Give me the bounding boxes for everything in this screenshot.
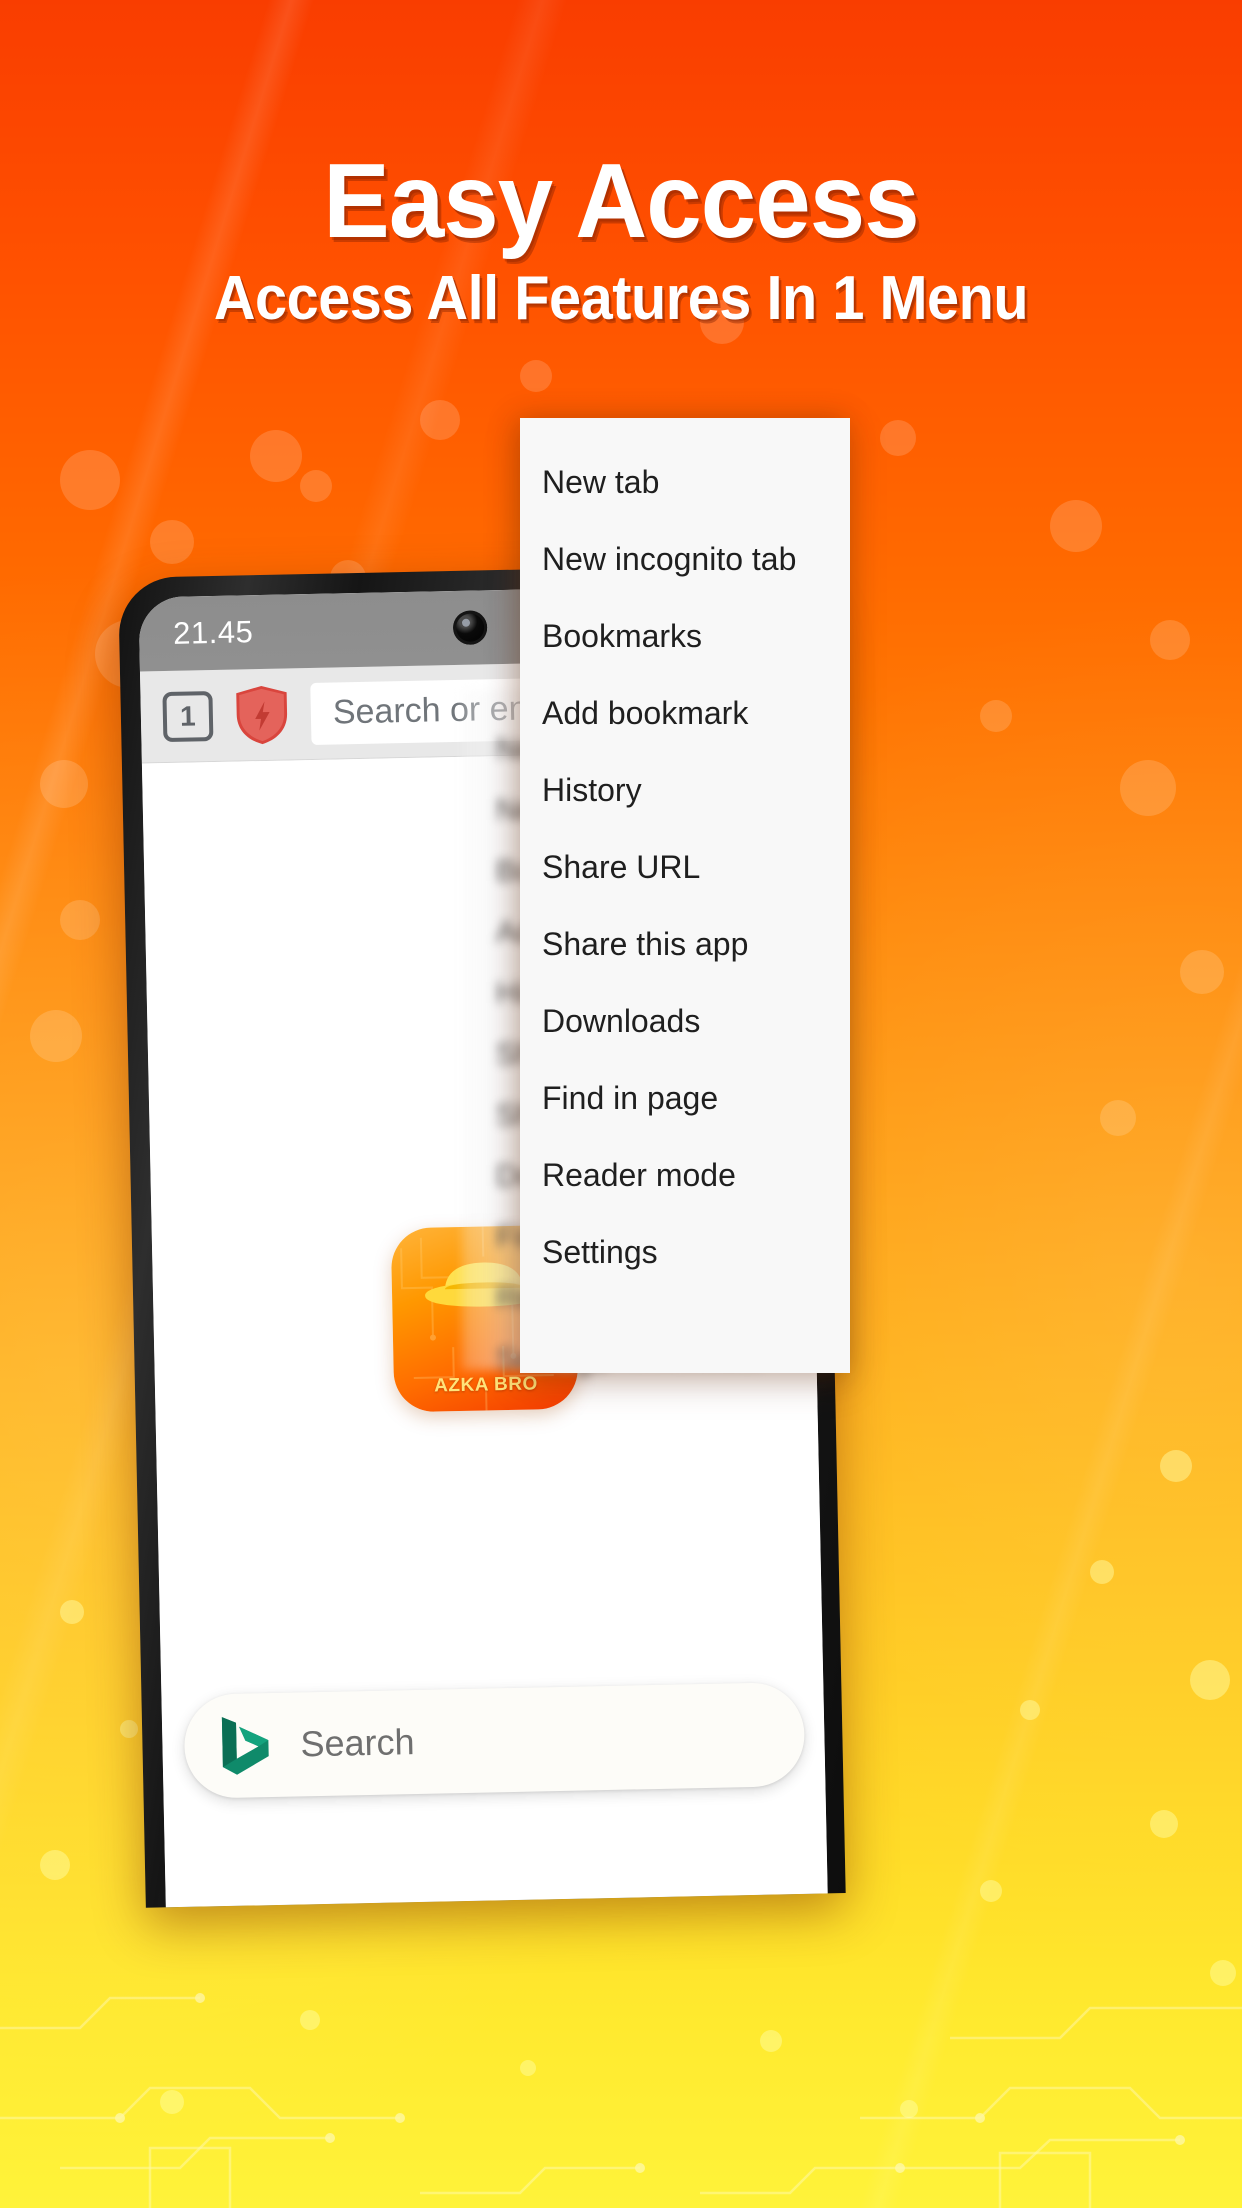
menu-item-new-incognito-tab[interactable]: New incognito tab — [520, 521, 850, 598]
bottom-search-label: Search — [300, 1721, 415, 1765]
menu-item-settings[interactable]: Settings — [520, 1214, 850, 1291]
promo-headline-block: Easy Access Access All Features In 1 Men… — [0, 148, 1242, 330]
menu-item-reader-mode[interactable]: Reader mode — [520, 1137, 850, 1214]
bing-b-icon — [221, 1717, 269, 1775]
browser-overflow-menu: New tab New incognito tab Bookmarks Add … — [520, 418, 850, 1373]
menu-item-bookmarks[interactable]: Bookmarks — [520, 598, 850, 675]
menu-item-share-this-app[interactable]: Share this app — [520, 906, 850, 983]
page-subtitle: Access All Features In 1 Menu — [213, 264, 1029, 333]
page-title: Easy Access — [323, 142, 919, 260]
front-camera-punch-hole — [452, 610, 488, 645]
shield-bolt-icon[interactable] — [232, 683, 291, 746]
menu-item-new-tab[interactable]: New tab — [520, 444, 850, 521]
bottom-search-bar[interactable]: Search — [183, 1681, 806, 1799]
menu-item-add-bookmark[interactable]: Add bookmark — [520, 675, 850, 752]
menu-item-downloads[interactable]: Downloads — [520, 983, 850, 1060]
menu-item-find-in-page[interactable]: Find in page — [520, 1060, 850, 1137]
menu-item-share-url[interactable]: Share URL — [520, 829, 850, 906]
menu-item-history[interactable]: History — [520, 752, 850, 829]
tab-counter-button[interactable]: 1 — [162, 690, 214, 742]
status-bar-clock: 21.45 — [172, 614, 254, 651]
